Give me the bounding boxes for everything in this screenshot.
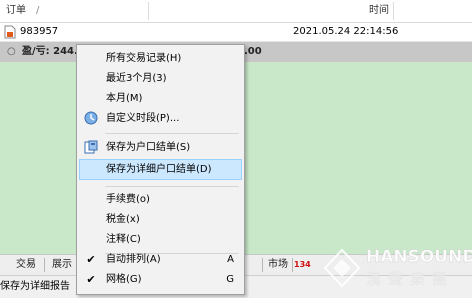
menu-item-label: 注释(C) — [106, 234, 141, 245]
tab-market[interactable]: 市场 — [268, 255, 288, 275]
profit-loss-tail: .00 — [244, 46, 262, 57]
menu-item-all-history[interactable]: 所有交易记录(H) — [79, 49, 242, 69]
menu-item-last-3-months[interactable]: 最近3个月(3) — [79, 69, 242, 89]
profit-loss-label: 盈/亏: 244. — [22, 46, 78, 57]
tab-divider — [44, 258, 45, 272]
menu-item-save-detailed-statement[interactable]: 保存为详细户口结单(D) — [79, 159, 242, 180]
menu-item-custom-period[interactable]: 自定义时段(P)... — [79, 109, 242, 129]
summary-bullet-icon: ○ — [7, 46, 16, 57]
order-id: 983957 — [20, 26, 59, 37]
watermark: HANSOUND 漢聲集團 — [322, 230, 472, 294]
menu-separator — [105, 186, 239, 187]
save-report-icon — [83, 140, 99, 156]
table-row[interactable]: 983957 2021.05.24 22:14:56 — [0, 23, 472, 42]
column-header-order[interactable]: 订单 — [6, 0, 26, 22]
column-header-time[interactable]: 时间 — [369, 0, 389, 22]
menu-separator — [105, 133, 239, 134]
menu-item-save-statement[interactable]: 保存为户口结单(S) — [79, 138, 242, 158]
menu-item-accelerator: A — [227, 254, 234, 265]
order-time: 2021.05.24 22:14:56 — [293, 26, 399, 37]
checkmark-icon: ✔ — [86, 253, 96, 266]
menu-item-label: 税金(x) — [106, 214, 140, 225]
column-header-bar: 订单 / 时间 — [0, 0, 472, 23]
menu-item-label: 自定义时段(P)... — [106, 113, 180, 124]
tab-divider — [292, 258, 293, 272]
menu-item-commission[interactable]: 手续费(o) — [79, 190, 242, 210]
menu-item-label: 最近3个月(3) — [106, 73, 167, 84]
menu-item-accelerator: G — [226, 274, 234, 285]
menu-item-label: 所有交易记录(H) — [106, 53, 182, 64]
column-divider[interactable] — [148, 2, 149, 20]
tab-badge-count: 134 — [294, 260, 311, 269]
menu-item-taxes[interactable]: 税金(x) — [79, 210, 242, 230]
menu-item-label: 本月(M) — [106, 93, 143, 104]
menu-item-grid[interactable]: ✔ 网格(G) G — [79, 270, 242, 290]
tab-divider — [262, 258, 263, 272]
order-document-icon — [4, 25, 16, 39]
menu-item-this-month[interactable]: 本月(M) — [79, 89, 242, 109]
menu-item-label: 保存为户口结单(S) — [106, 142, 191, 153]
menu-item-label: 手续费(o) — [106, 194, 150, 205]
status-text: 保存为详细报告 — [0, 281, 70, 292]
checkmark-icon: ✔ — [86, 273, 96, 286]
tab-trade[interactable]: 交易 — [16, 255, 36, 275]
menu-item-label: 网格(G) — [106, 274, 142, 285]
watermark-chinese: 漢聲集團 — [366, 270, 455, 288]
menu-item-label: 保存为详细户口结单(D) — [106, 164, 212, 175]
menu-item-auto-arrange[interactable]: ✔ 自动排列(A) A — [79, 250, 242, 270]
sort-indicator: / — [36, 5, 40, 16]
clock-icon — [83, 111, 99, 127]
column-divider[interactable] — [393, 2, 394, 20]
menu-item-comments[interactable]: 注释(C) — [79, 230, 242, 250]
menu-item-label: 自动排列(A) — [106, 254, 161, 265]
tab-exposure[interactable]: 展示 — [52, 255, 72, 275]
context-menu: 所有交易记录(H) 最近3个月(3) 本月(M) 自定义时段(P)... 保存为… — [76, 44, 245, 295]
svg-text:HANSOUND: HANSOUND — [366, 247, 472, 267]
